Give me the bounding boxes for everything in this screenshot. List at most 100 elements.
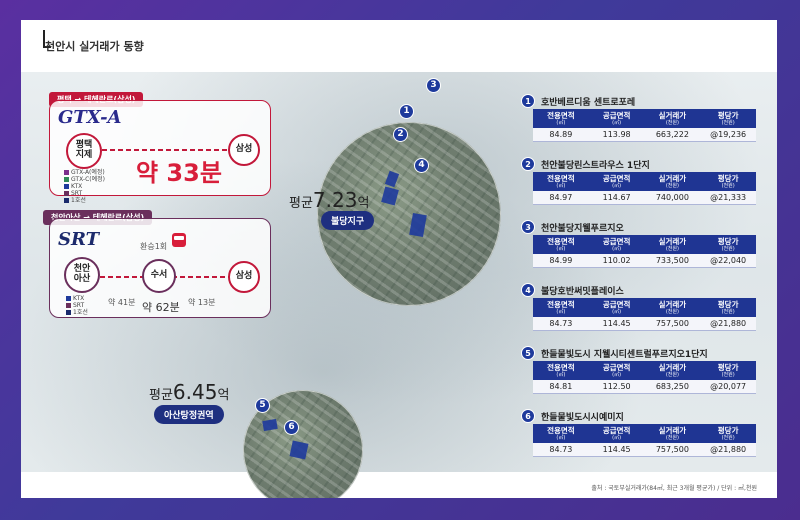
parcel-4 — [409, 212, 427, 238]
table-header: 실거래가 (천원) — [644, 424, 701, 443]
table-cell: 663,222 — [644, 128, 701, 142]
listing-number-badge: 6 — [521, 409, 535, 423]
table-header: 공급면적 (㎡) — [588, 424, 645, 443]
table-row: 84.73 114.45 757,500 @21,880 — [533, 443, 756, 457]
map-pin-4[interactable]: 4 — [414, 158, 429, 173]
table-row: 84.81 112.50 683,250 @20,077 — [533, 380, 756, 394]
listing-panel: 1 호반베르디움 센트로포레 전용면적 (㎡) 공급면적 (㎡) 실거래가 (천원) 평당가 (천… — [521, 92, 756, 470]
gtx-a-logo: GTX-A — [58, 107, 122, 128]
table-cell: 84.89 — [533, 128, 589, 142]
gtx-travel-time: 약 33분 — [136, 159, 222, 187]
zone-avg-buldang: 평균7.23억 — [289, 188, 370, 212]
map-pin-5[interactable]: 5 — [255, 398, 270, 413]
table-header: 전용면적 (㎡) — [533, 424, 589, 443]
listing-table: 전용면적 (㎡) 공급면적 (㎡) 실거래가 (천원) 평당가 (천원) 84.89 113.98… — [533, 109, 756, 142]
parcel-5 — [262, 418, 278, 432]
station-suseo: 수서 — [142, 259, 176, 293]
zone-avg-tangjeong: 평균6.45억 — [149, 380, 230, 404]
table-header: 전용면적 (㎡) — [533, 172, 589, 191]
table-header: 평당가 (천원) — [700, 109, 756, 128]
listing-number-badge: 5 — [521, 346, 535, 360]
table-cell: 683,250 — [644, 380, 701, 394]
table-row: 84.97 114.67 740,000 @21,333 — [533, 191, 756, 205]
listing-number-badge: 3 — [521, 220, 535, 234]
listing-name: 한들물빛도시 지웰시티센트럴푸르지오1단지 — [541, 350, 708, 360]
listing-item[interactable]: 5 한들물빛도시 지웰시티센트럴푸르지오1단지 전용면적 (㎡) 공급면적 (㎡) 실거래가… — [521, 344, 756, 407]
content-card: 천안시 실거래가 동향 1 2 3 4 평균7.23억 불당지구 5 6 평균6… — [21, 20, 777, 498]
gtx-line-legend: GTX-A(예정) GTX-C(예정) KTX SRT 1호선 — [64, 169, 105, 204]
table-header-row: 전용면적 (㎡) 공급면적 (㎡) 실거래가 (천원) 평당가 (천원) — [533, 424, 756, 443]
station-cheonan-asan: 천안 아산 — [64, 257, 100, 293]
table-cell: @19,236 — [700, 128, 756, 142]
table-header: 평당가 (천원) — [700, 172, 756, 191]
table-cell: 113.98 — [588, 128, 645, 142]
table-cell: @20,077 — [700, 380, 756, 394]
listing-item[interactable]: 6 한들물빛도시시예미지 전용면적 (㎡) 공급면적 (㎡) 실거래가 (천원) 평당가 (천원)… — [521, 407, 756, 470]
table-row: 84.89 113.98 663,222 @19,236 — [533, 128, 756, 142]
table-header: 실거래가 (천원) — [644, 361, 701, 380]
srt-leg1-time: 약 41분 — [108, 298, 136, 307]
parcel-6 — [289, 440, 309, 460]
table-cell: 740,000 — [644, 191, 701, 205]
listing-item[interactable]: 1 호반베르디움 센트로포레 전용면적 (㎡) 공급면적 (㎡) 실거래가 (천원) 평당가 (천… — [521, 92, 756, 155]
table-header: 공급면적 (㎡) — [588, 109, 645, 128]
table-header-row: 전용면적 (㎡) 공급면적 (㎡) 실거래가 (천원) 평당가 (천원) — [533, 361, 756, 380]
listing-number-badge: 4 — [521, 283, 535, 297]
table-header: 평당가 (천원) — [700, 424, 756, 443]
table-cell: @21,333 — [700, 191, 756, 205]
listing-number-badge: 2 — [521, 157, 535, 171]
listing-name: 호반베르디움 센트로포레 — [541, 98, 636, 108]
listing-item[interactable]: 3 천안불당지웰푸르지오 전용면적 (㎡) 공급면적 (㎡) 실거래가 (천원) 평당가 (천원)… — [521, 218, 756, 281]
table-header: 실거래가 (천원) — [644, 298, 701, 317]
table-cell: 114.45 — [588, 443, 645, 457]
srt-logo: SRT — [58, 229, 100, 250]
listing-name: 천안불당린스트라우스 1단지 — [541, 161, 650, 171]
listing-item[interactable]: 2 천안불당린스트라우스 1단지 전용면적 (㎡) 공급면적 (㎡) 실거래가 (천원) 평당가… — [521, 155, 756, 218]
table-cell: 114.67 — [588, 191, 645, 205]
table-header: 평당가 (천원) — [700, 235, 756, 254]
listing-name: 천안불당지웰푸르지오 — [541, 224, 624, 234]
station-pyeongtaek: 평택 지제 — [66, 133, 102, 169]
table-cell: @21,880 — [700, 317, 756, 331]
listing-table: 전용면적 (㎡) 공급면적 (㎡) 실거래가 (천원) 평당가 (천원) 84.97 114.67… — [533, 172, 756, 205]
source-note: 출처 : 국토부실거래가(84㎡, 최근 3개월 평균가) / 단위 : ㎡,천… — [591, 485, 757, 492]
map-pin-1[interactable]: 1 — [399, 104, 414, 119]
page-title: 천안시 실거래가 동향 — [45, 40, 144, 53]
srt-leg2-time: 약 13분 — [188, 298, 216, 307]
table-header-row: 전용면적 (㎡) 공급면적 (㎡) 실거래가 (천원) 평당가 (천원) — [533, 109, 756, 128]
listing-table: 전용면적 (㎡) 공급면적 (㎡) 실거래가 (천원) 평당가 (천원) 84.73 114.45… — [533, 298, 756, 331]
table-header: 평당가 (천원) — [700, 361, 756, 380]
train-icon — [172, 233, 186, 247]
listing-table: 전용면적 (㎡) 공급면적 (㎡) 실거래가 (천원) 평당가 (천원) 84.99 110.02… — [533, 235, 756, 268]
listing-number-badge: 1 — [521, 94, 535, 108]
table-header: 공급면적 (㎡) — [588, 298, 645, 317]
table-cell: 757,500 — [644, 443, 701, 457]
map-pin-6[interactable]: 6 — [284, 420, 299, 435]
table-header: 공급면적 (㎡) — [588, 361, 645, 380]
listing-table: 전용면적 (㎡) 공급면적 (㎡) 실거래가 (천원) 평당가 (천원) 84.81 112.50… — [533, 361, 756, 394]
table-row: 84.73 114.45 757,500 @21,880 — [533, 317, 756, 331]
table-cell: 110.02 — [588, 254, 645, 268]
table-header: 실거래가 (천원) — [644, 172, 701, 191]
listing-item[interactable]: 4 불당호반써밋플레이스 전용면적 (㎡) 공급면적 (㎡) 실거래가 (천원) 평당가 (천원)… — [521, 281, 756, 344]
parcel-1 — [384, 170, 400, 188]
zone-label-buldang: 불당지구 — [321, 211, 375, 230]
table-cell: 757,500 — [644, 317, 701, 331]
table-header: 평당가 (천원) — [700, 298, 756, 317]
srt-line-legend: KTX SRT 1호선 — [66, 295, 88, 316]
table-header-row: 전용면적 (㎡) 공급면적 (㎡) 실거래가 (천원) 평당가 (천원) — [533, 172, 756, 191]
station-samseong-gtx: 삼성 — [228, 134, 260, 166]
table-header: 전용면적 (㎡) — [533, 298, 589, 317]
table-cell: 114.45 — [588, 317, 645, 331]
map-pin-3[interactable]: 3 — [426, 78, 441, 93]
table-cell: 84.99 — [533, 254, 589, 268]
table-header-row: 전용면적 (㎡) 공급면적 (㎡) 실거래가 (천원) 평당가 (천원) — [533, 298, 756, 317]
zone-label-tangjeong: 아산탕정권역 — [154, 405, 224, 424]
map-pin-2[interactable]: 2 — [393, 127, 408, 142]
table-cell: 733,500 — [644, 254, 701, 268]
table-header: 실거래가 (천원) — [644, 235, 701, 254]
table-row: 84.99 110.02 733,500 @22,040 — [533, 254, 756, 268]
listing-name: 불당호반써밋플레이스 — [541, 287, 624, 297]
route-box-srt: SRT 환승1회 천안 아산 수서 삼성 약 41분 약 13분 약 62분 K… — [49, 218, 271, 318]
table-header: 전용면적 (㎡) — [533, 235, 589, 254]
